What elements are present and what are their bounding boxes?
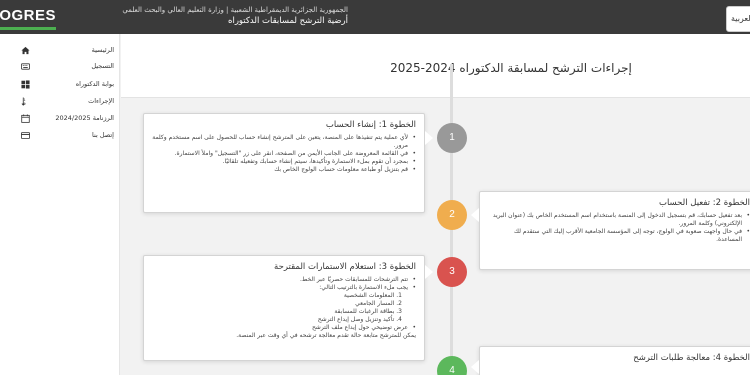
step-1-panel: الخطوة 1: إنشاء الحساب لأي عملية يتم تنف… <box>143 113 425 213</box>
header-ministry-line: الجمهورية الجزائرية الديمقراطية الشعبية … <box>122 6 348 14</box>
list-item: يمكن للمترشح متابعة حالة تقدم معالجة ترش… <box>236 332 416 339</box>
home-icon <box>20 45 30 55</box>
list-item: 3. بطاقة الرغبات للمسابقة <box>334 308 402 315</box>
sidebar-item-procedures[interactable]: 19 الإجراءات <box>20 94 114 108</box>
top-bar: PROGRES الجمهورية الجزائرية الديمقراطية … <box>0 0 750 34</box>
list-item: لأي عملية يتم تنفيذها على المنصة، يتعين … <box>152 134 416 150</box>
list-item: بعد تفعيل حسابك، قم بتسجيل الدخول إلى ال… <box>488 212 750 228</box>
sidebar-item-label: الرئيسية <box>91 46 114 54</box>
step-4-panel: الخطوة 4: معالجة طلبات الترشح <box>479 346 750 375</box>
step-2-title: الخطوة 2: تفعيل الحساب <box>658 198 750 208</box>
step-3-list: تتم الترشحات للمسابقات حصريًا عبر الخط. … <box>152 276 416 340</box>
step-1-badge: 1 <box>437 123 467 153</box>
card-icon <box>20 130 30 140</box>
svg-text:9: 9 <box>23 102 26 106</box>
list-item: 2. المسار الجامعي <box>355 300 402 307</box>
page-title: إجراءات الترشح لمسابقة الدكتوراه 2024-20… <box>390 61 632 75</box>
demo-link[interactable]: عرض توضيحي حول إيداع ملف الترشح <box>152 324 416 332</box>
step-2-list: بعد تفعيل حسابك، قم بتسجيل الدخول إلى ال… <box>488 212 750 244</box>
sidebar-item-doctorate-portal[interactable]: بوابة الدكتوراه <box>20 77 114 91</box>
header-text: الجمهورية الجزائرية الديمقراطية الشعبية … <box>118 6 348 27</box>
sidebar-item-label: التسجيل <box>91 62 114 70</box>
step-2-badge: 2 <box>437 200 467 230</box>
list-item: يجب ملء الاستمارة بالترتيب التالي: <box>152 284 416 292</box>
list-item: قم بتنزيل أو طباعة معلومات حساب الولوج ا… <box>152 166 416 174</box>
step-3-badge: 3 <box>437 257 467 287</box>
sort-icon: 19 <box>20 96 30 106</box>
logo-underline <box>0 27 56 30</box>
sidebar-item-contact[interactable]: إتصل بنا <box>20 128 114 142</box>
progres-logo[interactable]: PROGRES <box>0 4 56 28</box>
step-4-title: الخطوة 4: معالجة طلبات الترشح <box>633 353 750 363</box>
svg-text:1: 1 <box>23 97 25 101</box>
language-selector[interactable]: العربية <box>726 6 750 32</box>
step-1-list: لأي عملية يتم تنفيذها على المنصة، يتعين … <box>152 134 416 174</box>
step-4-pointer <box>471 360 479 374</box>
list-item: تتم الترشحات للمسابقات حصريًا عبر الخط. <box>152 276 416 284</box>
step-2-panel: الخطوة 2: تفعيل الحساب بعد تفعيل حسابك، … <box>479 191 750 270</box>
list-item: 4. تأكيد وتنزيل وصل إيداع الترشح <box>317 316 402 323</box>
sidebar-item-label: بوابة الدكتوراه <box>75 80 114 88</box>
sidebar-item-label: الإجراءات <box>88 97 114 105</box>
step-2-pointer <box>471 208 479 222</box>
sidebar-item-register[interactable]: التسجيل <box>20 59 114 73</box>
step-3-title: الخطوة 3: استعلام الاستمارات المقترحة <box>274 262 416 272</box>
step-1-pointer <box>425 131 433 145</box>
sidebar-item-label: إتصل بنا <box>92 131 114 139</box>
calendar-icon <box>20 113 30 123</box>
sidebar-item-home[interactable]: الرئيسية <box>20 43 114 57</box>
header-platform-title: أرضية الترشح لمسابقات الدكتوراه <box>228 16 348 26</box>
sidebar-item-calendar[interactable]: الرزنامة 2024/2025 <box>20 111 114 125</box>
sidebar: الرئيسية التسجيل بوابة الدكتوراه 19 الإج… <box>0 34 120 375</box>
step-3-panel: الخطوة 3: استعلام الاستمارات المقترحة تت… <box>143 255 425 361</box>
step-3-pointer <box>425 265 433 279</box>
list-item: في حال واجهت صعوبة في الولوج، توجه إلى ا… <box>488 228 750 244</box>
windows-icon <box>20 79 30 89</box>
keyboard-icon <box>20 61 30 71</box>
list-item: في القائمة المعروضة على الجانب الأيمن من… <box>152 150 416 158</box>
main-header: إجراءات الترشح لمسابقة الدكتوراه 2024-20… <box>121 34 750 98</box>
list-item: 1. المعلومات الشخصية <box>343 292 402 299</box>
sidebar-item-label: الرزنامة 2024/2025 <box>55 114 114 122</box>
step-1-title: الخطوة 1: إنشاء الحساب <box>325 120 416 130</box>
list-item: بمجرد أن تقوم بملء الاستمارة وتأكيدها، س… <box>152 158 416 166</box>
